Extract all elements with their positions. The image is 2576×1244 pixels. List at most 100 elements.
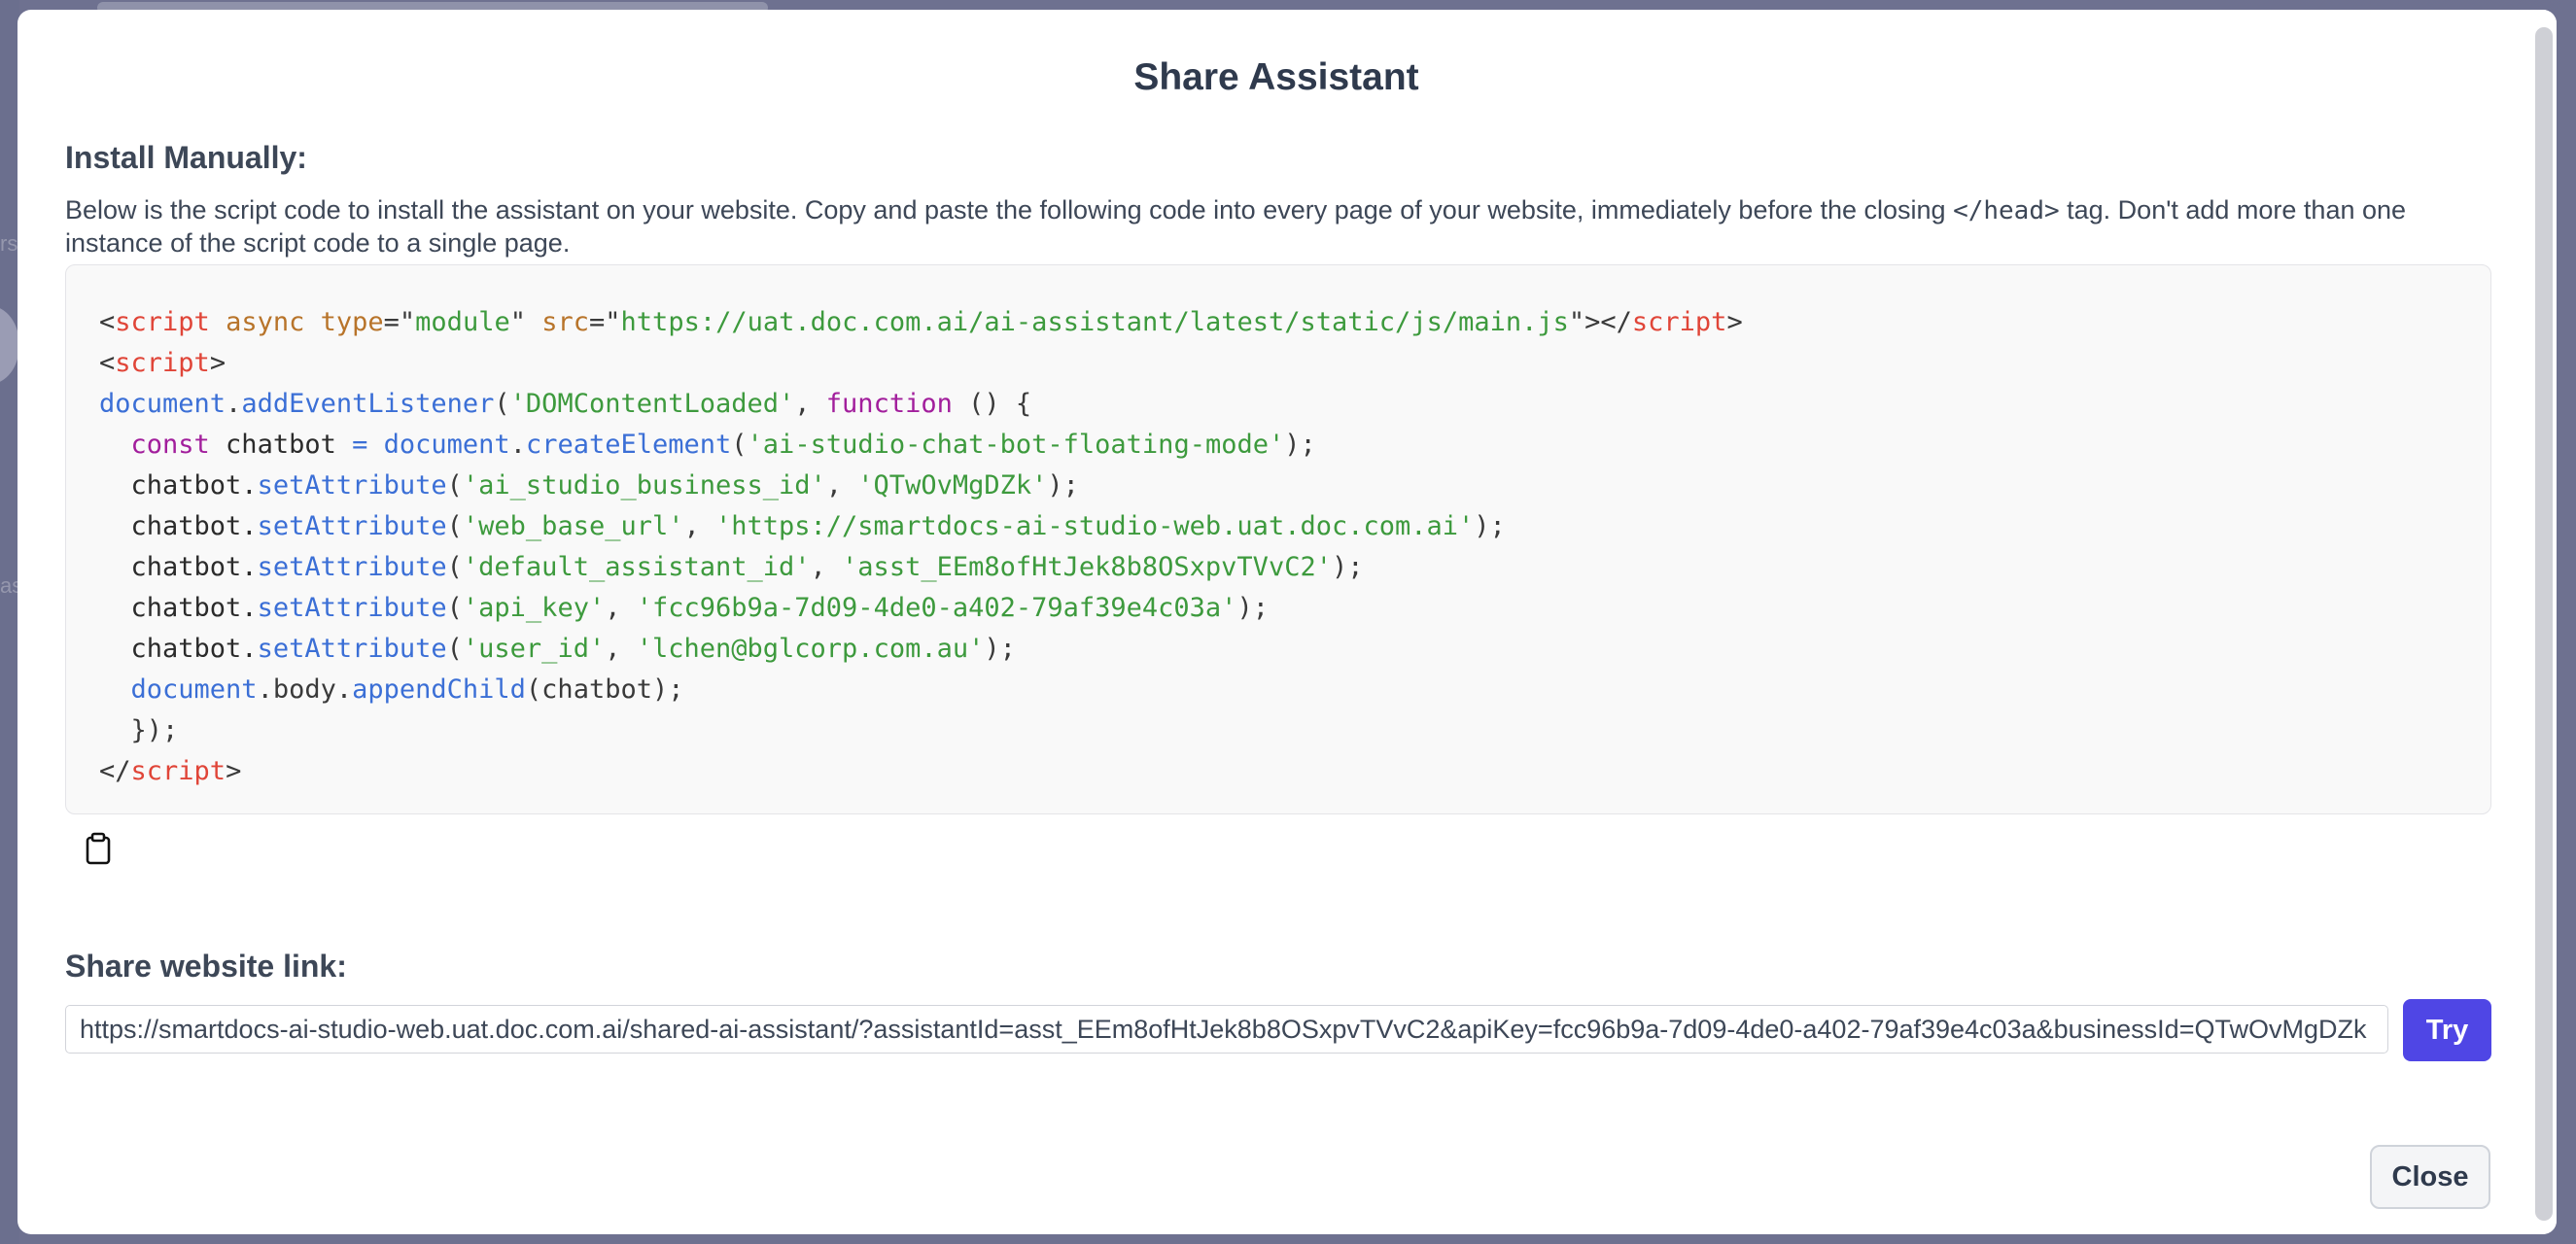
code-token: 'user_id' [462, 634, 606, 664]
code-token: chatbot [209, 430, 353, 460]
code-token: = [352, 430, 368, 460]
code-line: chatbot.setAttribute('ai_studio_business… [99, 466, 2490, 506]
code-token: ); [1474, 511, 1506, 541]
code-token: 'https://smartdocs-ai-studio-web.uat.doc… [715, 511, 1475, 541]
code-token: chatbot. [99, 593, 258, 623]
code-token: ); [984, 634, 1016, 664]
modal-scrollbar[interactable] [2529, 10, 2557, 1234]
code-token: =" [383, 307, 416, 337]
script-code-block[interactable]: <script async type="module" src="https:/… [65, 264, 2491, 814]
code-token: setAttribute [257, 470, 447, 501]
code-line: const chatbot = document.createElement('… [99, 425, 2490, 466]
code-token: document [130, 674, 258, 705]
code-token: , [794, 389, 826, 419]
code-token: 'fcc96b9a-7d09-4de0-a402-79af39e4c03a' [636, 593, 1237, 623]
code-token: chatbot. [99, 470, 258, 501]
code-token: . [226, 389, 242, 419]
code-token: setAttribute [257, 552, 447, 582]
code-token: () { [952, 389, 1032, 419]
code-line: <script> [99, 343, 2490, 384]
code-token: script [115, 348, 210, 378]
code-token: setAttribute [257, 511, 447, 541]
code-token: 'default_assistant_id' [462, 552, 811, 582]
code-token: , [683, 511, 715, 541]
code-token: 'lchen@bglcorp.com.au' [636, 634, 985, 664]
code-token: ); [1331, 552, 1364, 582]
code-line: chatbot.setAttribute('api_key', 'fcc96b9… [99, 588, 2490, 629]
code-token: document [99, 389, 226, 419]
install-description-text: Below is the script code to install the … [65, 195, 1954, 225]
code-token: document [383, 430, 510, 460]
code-token: , [825, 470, 858, 501]
code-token: 'QTwOvMgDZk' [857, 470, 1048, 501]
code-token: }); [99, 715, 179, 745]
code-token: ( [446, 511, 463, 541]
head-tag-code: </head> [1953, 196, 2060, 225]
code-token: , [605, 593, 637, 623]
code-token: 'ai_studio_business_id' [462, 470, 826, 501]
code-line: chatbot.setAttribute('user_id', 'lchen@b… [99, 629, 2490, 670]
code-token: ( [446, 593, 463, 623]
code-token: addEventListener [241, 389, 495, 419]
code-token: ( [446, 552, 463, 582]
code-line: chatbot.setAttribute('default_assistant_… [99, 547, 2490, 588]
code-token: script [1631, 307, 1727, 337]
code-token: . [509, 430, 526, 460]
code-token: module [415, 307, 510, 337]
code-token: ); [1284, 430, 1316, 460]
code-token: chatbot. [99, 634, 258, 664]
code-token: chatbot. [99, 552, 258, 582]
code-token: appendChild [352, 674, 526, 705]
clipboard-icon-svg [86, 832, 111, 865]
code-token: > [226, 756, 242, 786]
code-token: </ [99, 756, 131, 786]
code-token: 'web_base_url' [462, 511, 684, 541]
share-assistant-modal: Share Assistant Install Manually: Below … [17, 10, 2557, 1234]
scrollbar-thumb[interactable] [2535, 27, 2553, 1221]
code-token: ( [446, 470, 463, 501]
code-token: script [115, 307, 210, 337]
code-line: </script> [99, 751, 2490, 792]
try-button[interactable]: Try [2403, 999, 2491, 1061]
code-token: < [99, 348, 116, 378]
code-line: document.body.appendChild(chatbot); [99, 670, 2490, 710]
code-token: ( [494, 389, 510, 419]
code-token: type [320, 307, 384, 337]
modal-title: Share Assistant [1133, 56, 1419, 98]
code-token: https://uat.doc.com.ai/ai-assistant/late… [620, 307, 1569, 337]
install-manually-heading: Install Manually: [65, 140, 307, 175]
code-token: (chatbot); [525, 674, 684, 705]
code-token: , [605, 634, 637, 664]
code-token: 'asst_EEm8ofHtJek8b8OSxpvTVvC2' [842, 552, 1332, 582]
code-token: async [226, 307, 305, 337]
code-token: .body. [257, 674, 353, 705]
code-line: <script async type="module" src="https:/… [99, 302, 2490, 343]
code-token: src [541, 307, 590, 337]
share-link-input[interactable] [65, 1005, 2388, 1054]
code-token: 'api_key' [462, 593, 606, 623]
share-link-heading: Share website link: [65, 949, 347, 984]
code-token: > [1726, 307, 1743, 337]
code-token: chatbot. [99, 511, 258, 541]
code-token: 'ai-studio-chat-bot-floating-mode' [747, 430, 1285, 460]
code-token: =" [589, 307, 621, 337]
code-token: ); [1047, 470, 1079, 501]
close-button[interactable]: Close [2370, 1145, 2490, 1209]
code-token: const [130, 430, 210, 460]
code-token: ); [1236, 593, 1269, 623]
code-token: < [99, 307, 116, 337]
code-line: document.addEventListener('DOMContentLoa… [99, 384, 2490, 425]
clipboard-icon[interactable] [84, 832, 113, 865]
code-token: 'DOMContentLoaded' [509, 389, 795, 419]
code-line: }); [99, 710, 2490, 751]
backdrop-text: rs [0, 231, 18, 256]
code-line: chatbot.setAttribute('web_base_url', 'ht… [99, 506, 2490, 547]
code-token: > [209, 348, 226, 378]
page-backdrop [0, 0, 19, 1244]
